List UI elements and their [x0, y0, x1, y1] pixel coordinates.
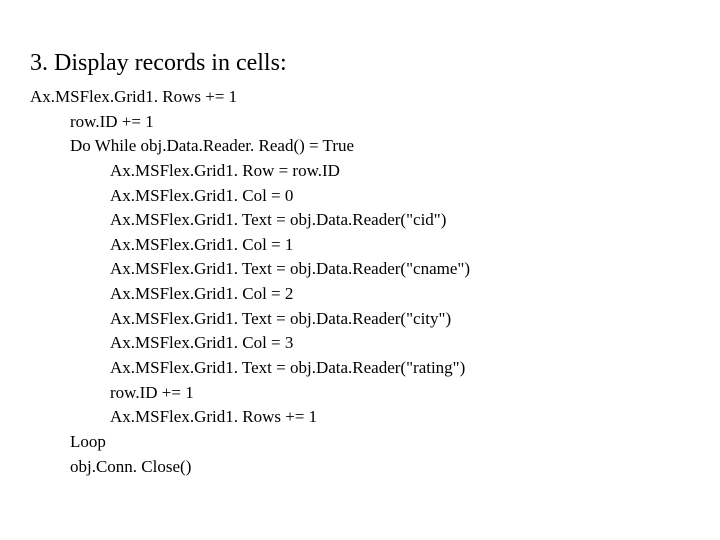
code-line: Ax.MSFlex.Grid1. Col = 1 — [30, 233, 690, 258]
code-line: Ax.MSFlex.Grid1. Row = row.ID — [30, 159, 690, 184]
code-line: Ax.MSFlex.Grid1. Col = 0 — [30, 184, 690, 209]
code-line: Ax.MSFlex.Grid1. Col = 2 — [30, 282, 690, 307]
code-line: row.ID += 1 — [30, 381, 690, 406]
code-line: Ax.MSFlex.Grid1. Col = 3 — [30, 331, 690, 356]
code-line: obj.Conn. Close() — [30, 455, 690, 480]
code-line: Ax.MSFlex.Grid1. Text = obj.Data.Reader(… — [30, 257, 690, 282]
code-line: Ax.MSFlex.Grid1. Text = obj.Data.Reader(… — [30, 208, 690, 233]
code-line: Loop — [30, 430, 690, 455]
section-heading: 3. Display records in cells: — [30, 50, 690, 77]
code-line: Ax.MSFlex.Grid1. Rows += 1 — [30, 85, 690, 110]
slide-page: 3. Display records in cells: Ax.MSFlex.G… — [0, 0, 720, 509]
code-line: row.ID += 1 — [30, 110, 690, 135]
code-line: Ax.MSFlex.Grid1. Text = obj.Data.Reader(… — [30, 356, 690, 381]
code-line: Ax.MSFlex.Grid1. Text = obj.Data.Reader(… — [30, 307, 690, 332]
code-line: Ax.MSFlex.Grid1. Rows += 1 — [30, 405, 690, 430]
code-block: Ax.MSFlex.Grid1. Rows += 1 row.ID += 1 D… — [30, 85, 690, 479]
code-line: Do While obj.Data.Reader. Read() = True — [30, 134, 690, 159]
